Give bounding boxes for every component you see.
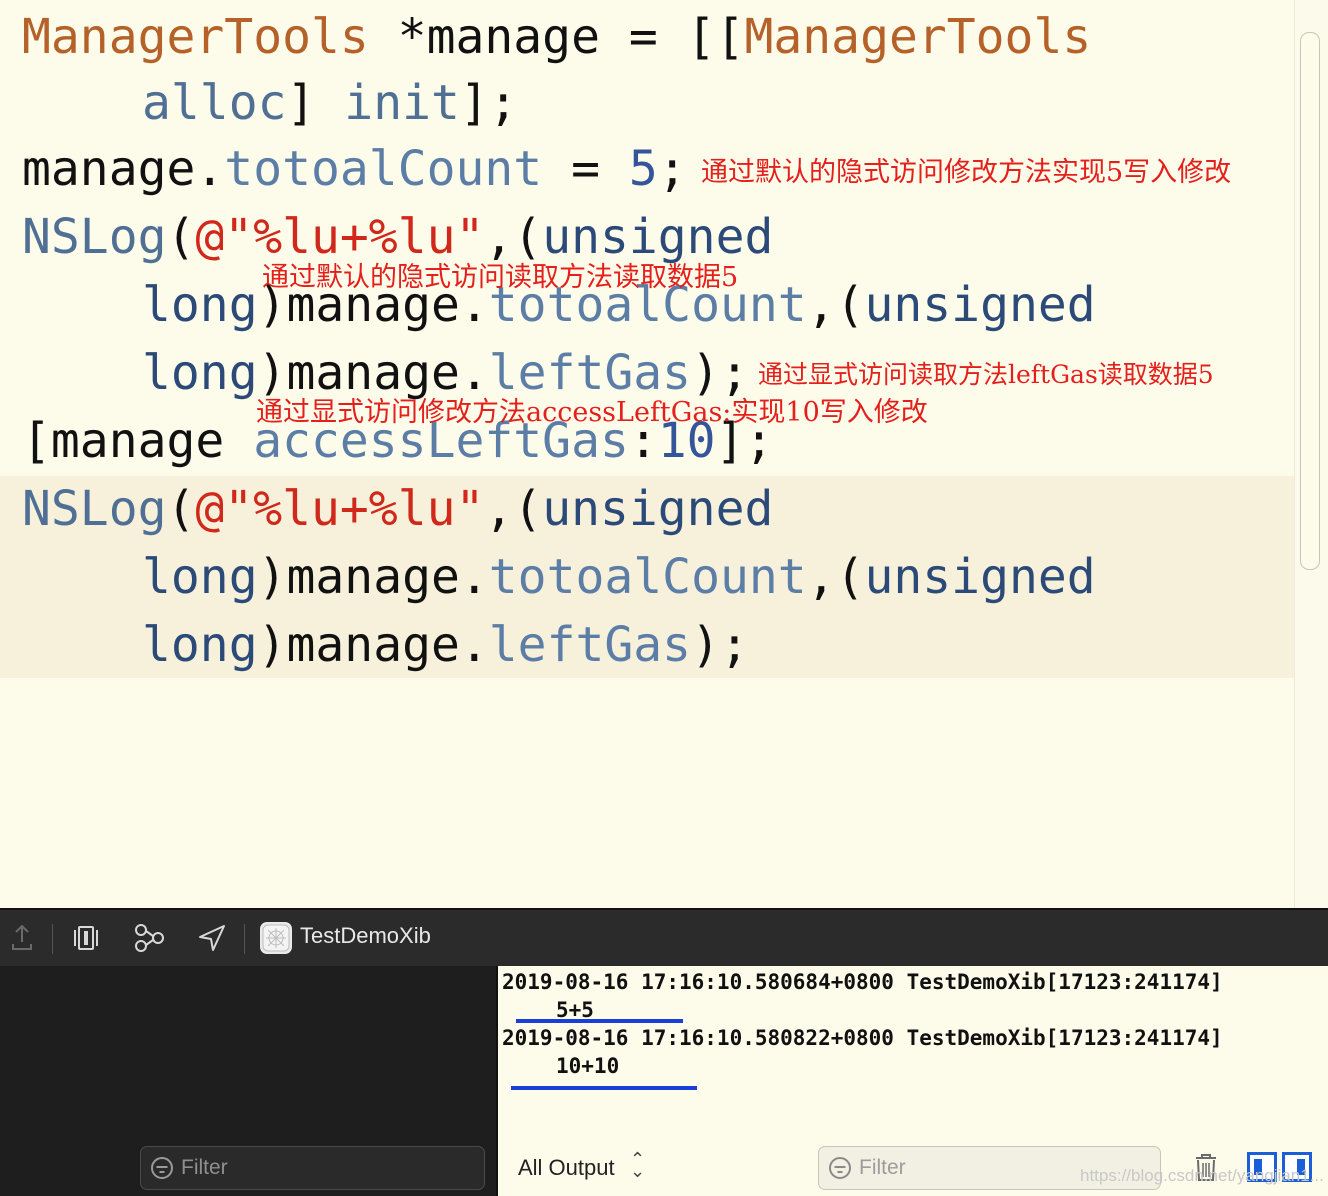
code-line-8[interactable]: NSLog(@"%lu+%lu",(unsigned <box>22 476 773 542</box>
chevron-updown-icon[interactable]: ⌃ ⌄ <box>630 1151 645 1181</box>
separator <box>52 924 53 954</box>
code-line-3[interactable]: manage.totoalCount = 5; <box>22 136 687 202</box>
code-line-1[interactable]: ManagerTools *manage = [[ManagerTools <box>22 4 1091 70</box>
log-line-2: 2019-08-16 17:16:10.580822+0800 TestDemo… <box>502 1026 1223 1050</box>
target-name[interactable]: TestDemoXib <box>300 923 431 949</box>
filter-icon <box>829 1157 851 1179</box>
variables-filter-field[interactable]: Filter <box>140 1146 485 1190</box>
filter-placeholder: Filter <box>181 1156 228 1179</box>
log-line-1: 2019-08-16 17:16:10.580684+0800 TestDemo… <box>502 970 1223 994</box>
code-line-10[interactable]: long)manage.leftGas); <box>142 612 749 678</box>
separator <box>244 924 245 954</box>
type-token: ManagerTools <box>22 9 369 65</box>
watermark: https://blog.csdn.net/yangjian1... <box>1080 1166 1324 1185</box>
class-token: ManagerTools <box>744 9 1092 65</box>
step-out-icon[interactable] <box>4 920 40 956</box>
debug-bar: TestDemoXib <box>0 908 1328 966</box>
app-target-icon[interactable] <box>260 922 292 954</box>
filter-icon <box>151 1157 173 1179</box>
editor-scrollbar[interactable] <box>1300 32 1320 570</box>
code-line-9[interactable]: long)manage.totoalCount,(unsigned <box>142 544 1096 610</box>
code-editor[interactable]: ManagerTools *manage = [[ManagerTools al… <box>0 0 1328 908</box>
annotation-implicit-read: 通过默认的隐式访问读取方法读取数据5 <box>262 262 739 293</box>
memory-graph-icon[interactable] <box>131 920 167 956</box>
code-line-2[interactable]: alloc] init]; <box>142 70 518 136</box>
output-selector[interactable]: All Output <box>518 1155 615 1181</box>
annotation-explicit-read: 通过显式访问读取方法leftGas读取数据5 <box>758 360 1214 389</box>
log-value-2: 10+10 <box>556 1054 620 1078</box>
filter-placeholder: Filter <box>859 1156 906 1179</box>
variables-pane: Filter <box>0 966 496 1196</box>
underline-mark <box>511 1086 697 1090</box>
annotation-explicit-write: 通过显式访问修改方法accessLeftGas:实现10写入修改 <box>256 397 928 428</box>
annotation-implicit-write: 通过默认的隐式访问修改方法实现5写入修改 <box>701 157 1232 188</box>
view-debugger-icon[interactable] <box>68 920 104 956</box>
underline-mark <box>516 1019 683 1023</box>
location-icon[interactable] <box>194 920 230 956</box>
